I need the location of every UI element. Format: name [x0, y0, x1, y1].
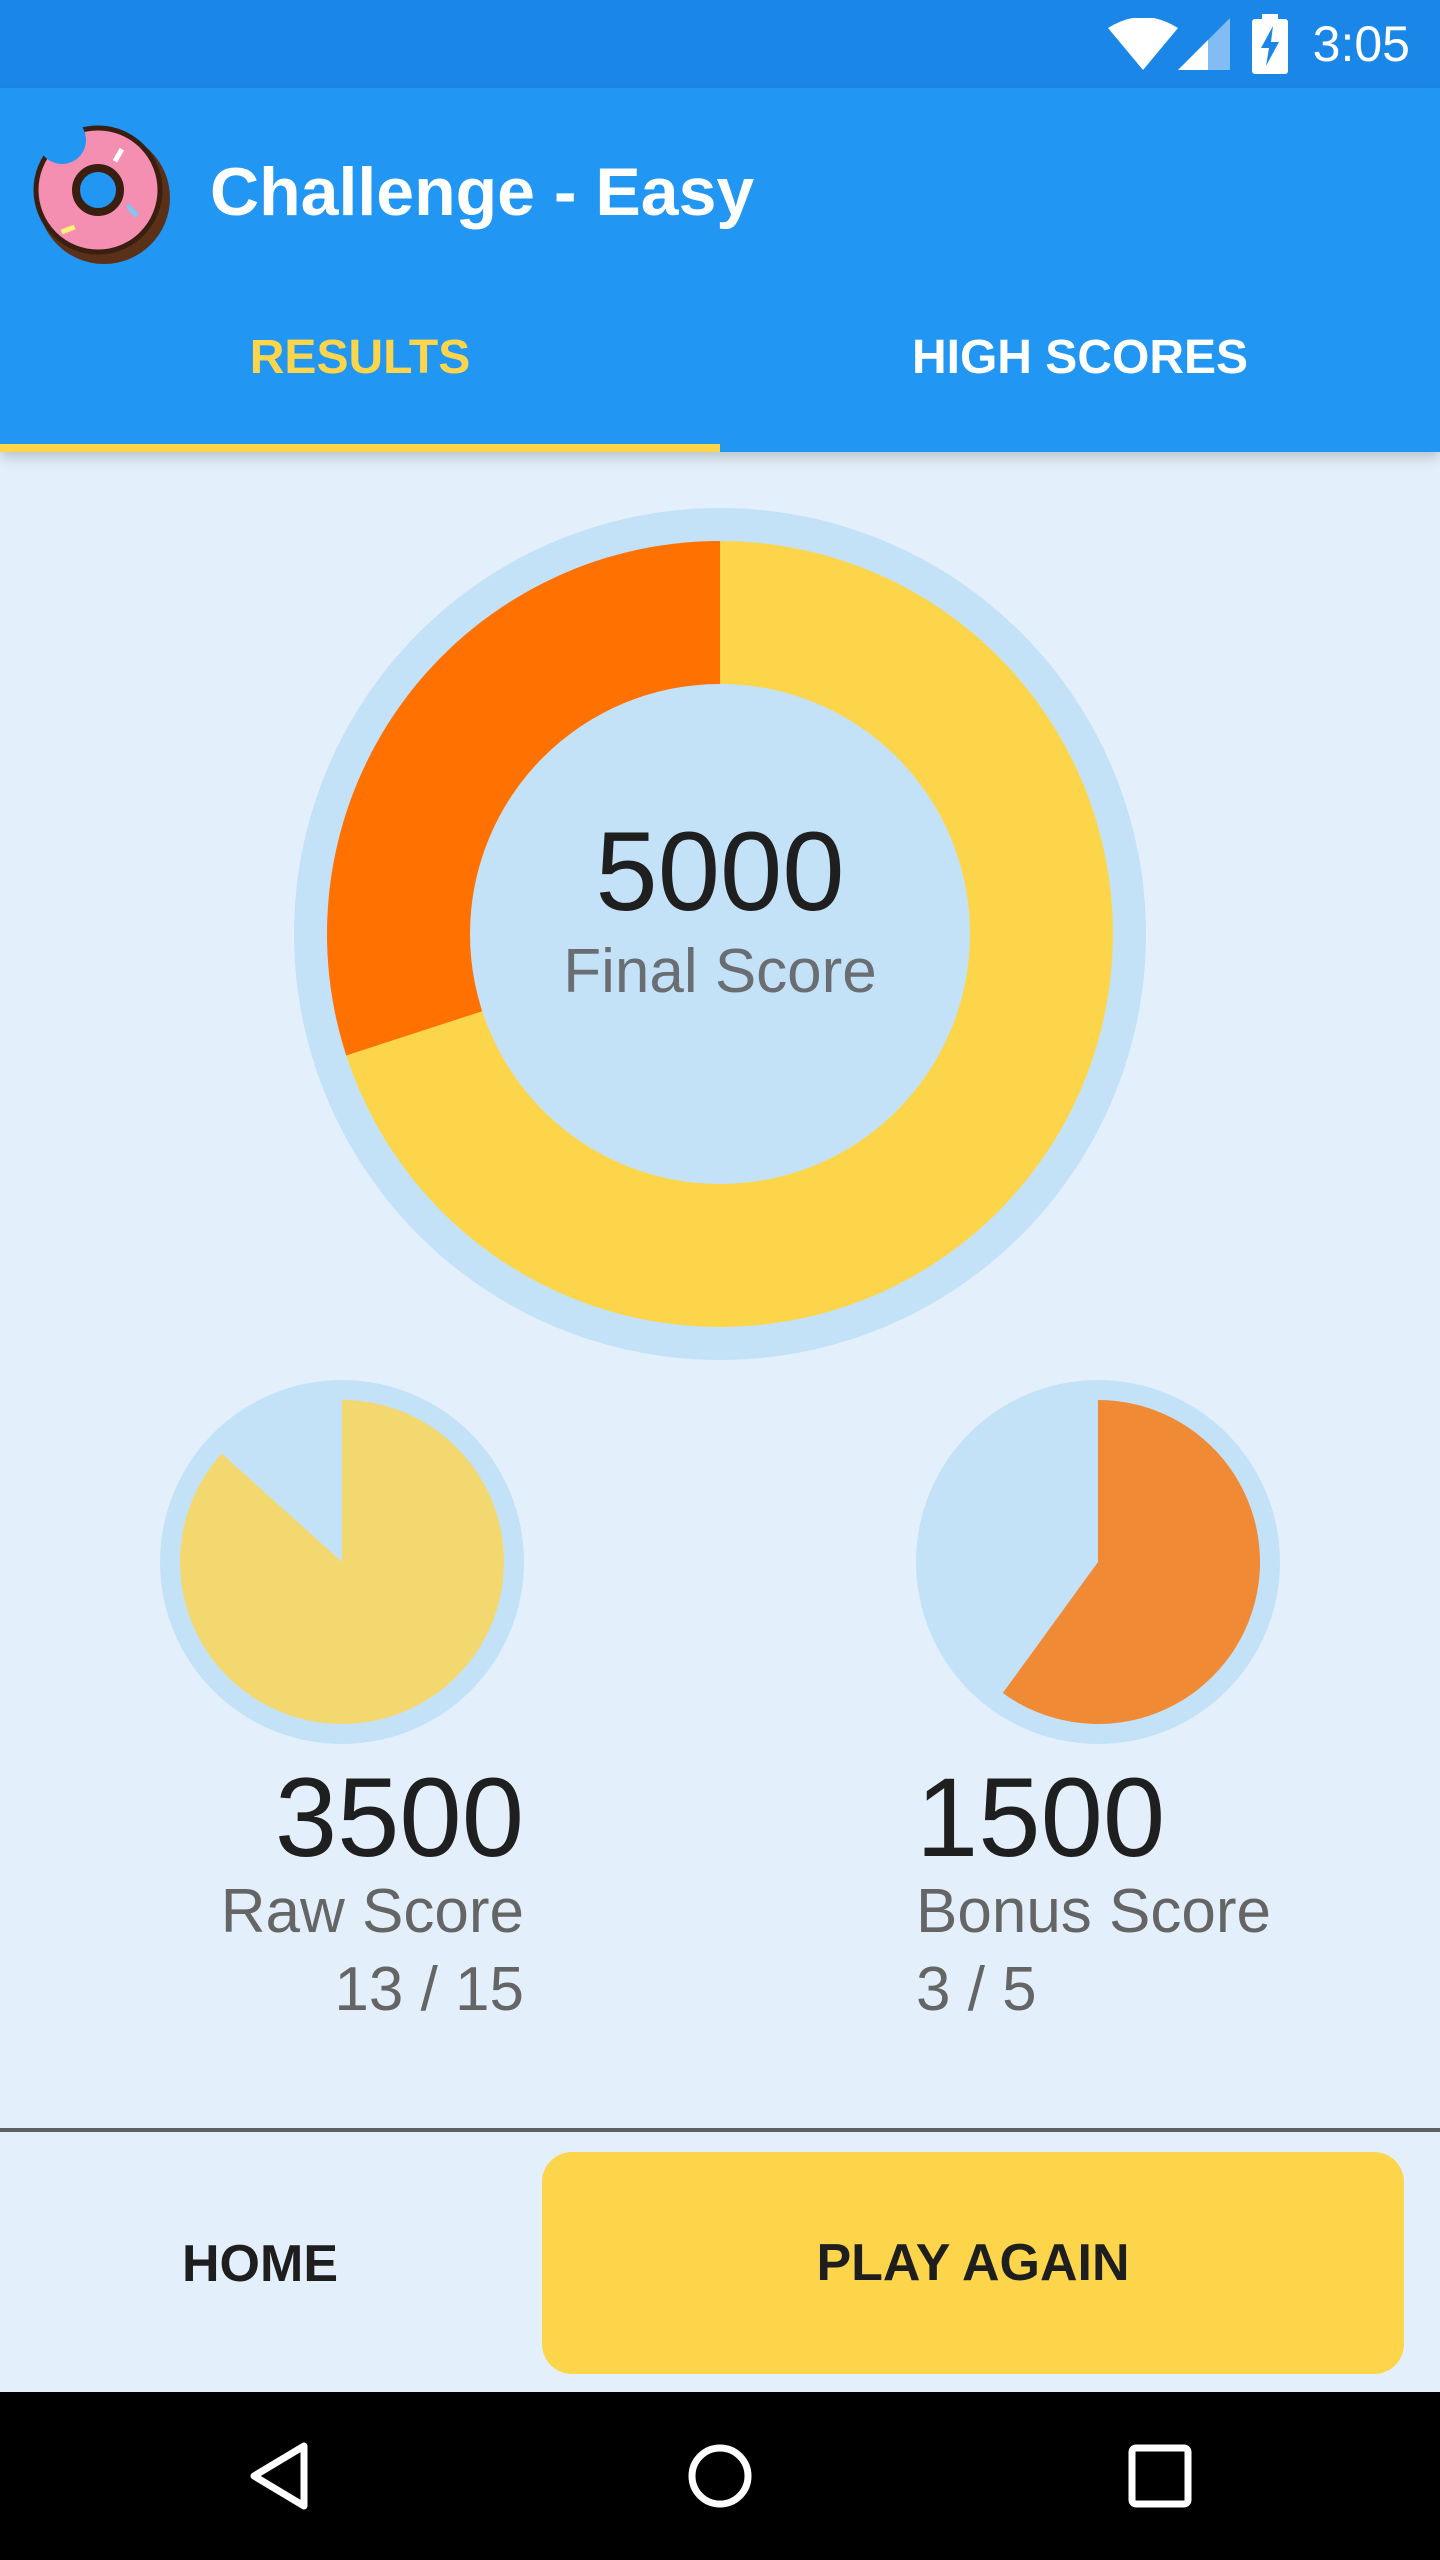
final-score-value: 5000 [595, 809, 845, 934]
raw-score-label: Raw Score [220, 1877, 524, 1946]
app-title: Challenge - Easy [210, 154, 755, 230]
bonus-score-detail: 3 / 5 [916, 1955, 1037, 2024]
tab-results[interactable]: RESULTS [0, 310, 720, 406]
app-bar: Challenge - Easy RESULTS HIGH SCORES [0, 88, 1440, 452]
recents-square-icon[interactable] [1120, 2436, 1200, 2516]
bottom-divider [0, 2128, 1440, 2132]
final-score-label: Final Score [563, 937, 877, 1006]
back-icon[interactable] [242, 2436, 322, 2516]
home-button[interactable]: HOME [0, 2154, 520, 2374]
donut-logo-icon [33, 118, 170, 264]
bonus-score-label: Bonus Score [916, 1877, 1271, 1946]
system-nav-bar [0, 2392, 1440, 2560]
tab-high-scores[interactable]: HIGH SCORES [720, 310, 1440, 406]
final-score-hole [470, 684, 970, 1184]
active-tab-indicator [0, 444, 720, 452]
raw-score-detail: 13 / 15 [334, 1955, 524, 2024]
home-circle-icon[interactable] [680, 2436, 760, 2516]
raw-score-value: 3500 [274, 1755, 524, 1880]
play-again-button[interactable]: PLAY AGAIN [542, 2152, 1404, 2374]
bonus-score-value: 1500 [916, 1755, 1166, 1880]
